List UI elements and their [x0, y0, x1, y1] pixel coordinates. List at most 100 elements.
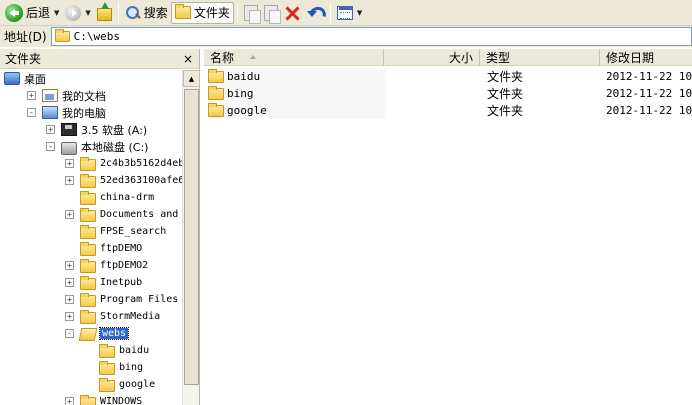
file-row[interactable]: baidu 文件夹 2012-11-22 10:: [204, 68, 692, 85]
folder-icon: [208, 68, 224, 83]
up-folder-button[interactable]: [94, 2, 115, 24]
tree-node[interactable]: bing: [84, 359, 143, 376]
tree-node[interactable]: + Program Files: [65, 291, 178, 308]
forward-dropdown-icon[interactable]: ▼: [85, 9, 90, 17]
file-modified: 2012-11-22 10:: [606, 87, 692, 100]
file-name-cell[interactable]: bing: [208, 85, 254, 102]
search-button[interactable]: 搜索: [122, 2, 171, 24]
tree-node[interactable]: + Documents and Set: [65, 206, 182, 223]
address-bar: 地址(D) C:\webs: [0, 26, 692, 47]
back-button[interactable]: 后退 ▼: [2, 2, 62, 24]
expand-plus-icon[interactable]: +: [46, 125, 55, 134]
folder-icon: [80, 190, 96, 205]
tree-node-label: Inetpub: [100, 277, 143, 288]
column-header-size[interactable]: 大小: [384, 49, 480, 66]
folder-icon: [80, 292, 96, 307]
vertical-scrollbar[interactable]: ▲: [182, 70, 200, 405]
file-modified: 2012-11-22 10:: [606, 70, 692, 83]
views-button[interactable]: ▼: [334, 2, 365, 24]
collapse-minus-icon[interactable]: -: [27, 108, 36, 117]
expand-plus-icon[interactable]: +: [27, 91, 36, 100]
tree-node[interactable]: +2c4b3b5162d4eb022: [65, 155, 182, 172]
folder-icon: [54, 29, 70, 42]
tree-node[interactable]: - 我的电脑: [27, 104, 106, 121]
tree-node-label: 本地磁盘 (C:): [81, 140, 149, 154]
move-to-icon: [243, 4, 261, 24]
folders-button[interactable]: 文件夹: [170, 1, 234, 24]
tree-node[interactable]: china-drm: [65, 189, 154, 206]
my-computer-icon: [42, 106, 58, 119]
copy-to-button[interactable]: [261, 2, 281, 24]
file-type: 文件夹: [487, 104, 524, 118]
back-dropdown-icon[interactable]: ▼: [54, 9, 59, 17]
folder-icon: [208, 102, 224, 117]
address-input[interactable]: C:\webs: [50, 27, 692, 46]
tree-node[interactable]: - webs: [65, 325, 130, 342]
folder-icon: [80, 241, 96, 256]
file-modified: 2012-11-22 10:: [606, 104, 692, 117]
file-row[interactable]: google 文件夹 2012-11-22 10:: [204, 102, 692, 119]
scroll-thumb[interactable]: [184, 89, 199, 385]
file-name-cell[interactable]: google: [208, 102, 267, 119]
column-header-name[interactable]: 名称: [204, 49, 384, 66]
expand-plus-icon[interactable]: +: [65, 278, 74, 287]
expand-plus-icon[interactable]: +: [65, 397, 74, 405]
tree-node-label: ftpDEMO: [100, 243, 143, 254]
scroll-up-icon[interactable]: ▲: [183, 70, 200, 87]
tree-node[interactable]: + ftpDEMO2: [65, 257, 148, 274]
tree-node-label: 52ed363100afe6270: [100, 175, 182, 186]
search-label: 搜索: [143, 6, 168, 20]
folder-icon: [99, 377, 115, 392]
file-row[interactable]: bing 文件夹 2012-11-22 10:: [204, 85, 692, 102]
toolbar-separator: [236, 2, 238, 23]
move-to-button[interactable]: [241, 2, 261, 24]
folder-icon: [99, 360, 115, 375]
expand-plus-icon[interactable]: +: [65, 159, 74, 168]
delete-icon: [284, 5, 300, 21]
tree-node[interactable]: google: [84, 376, 155, 393]
column-header-type[interactable]: 类型: [480, 49, 600, 66]
tree-node[interactable]: + Inetpub: [65, 274, 142, 291]
column-header-modified[interactable]: 修改日期: [600, 49, 692, 66]
file-name-cell[interactable]: baidu: [208, 68, 260, 85]
expand-plus-icon[interactable]: +: [65, 261, 74, 270]
tree-node[interactable]: baidu: [84, 342, 149, 359]
collapse-minus-icon[interactable]: -: [65, 329, 74, 338]
tree-node-label: google: [119, 379, 156, 390]
tree-node[interactable]: 桌面: [4, 70, 46, 87]
expand-plus-icon[interactable]: +: [65, 210, 74, 219]
file-name: google: [227, 104, 267, 117]
tree-node-label: ftpDEMO2: [100, 260, 149, 271]
undo-button[interactable]: [303, 2, 327, 24]
tree-node[interactable]: +52ed363100afe6270: [65, 172, 182, 189]
standard-toolbar: 后退 ▼ ▼ 搜索 文件夹 ▼: [0, 0, 692, 26]
address-label: 地址(D): [4, 30, 47, 44]
delete-button[interactable]: [281, 2, 303, 24]
tree-node[interactable]: + 我的文档: [27, 87, 106, 104]
copy-to-icon: [263, 4, 281, 24]
folder-icon: [80, 173, 96, 188]
tree-node-label: WINDOWS: [100, 396, 143, 405]
tree-node-label: 我的电脑: [62, 106, 106, 120]
folders-icon: [174, 4, 191, 19]
close-icon[interactable]: ×: [183, 53, 193, 65]
file-list-pane: 名称 大小 类型 修改日期 baidu 文件夹 2012-11-22 10: bing…: [204, 49, 692, 405]
file-name: bing: [227, 87, 254, 100]
forward-button[interactable]: ▼: [62, 2, 93, 24]
file-type: 文件夹: [487, 70, 524, 84]
folders-label: 文件夹: [193, 6, 230, 20]
tree-node-label: 我的文档: [62, 89, 106, 103]
tree-node-label: baidu: [119, 345, 150, 356]
views-dropdown-icon[interactable]: ▼: [357, 9, 362, 17]
tree-node[interactable]: - 本地磁盘 (C:): [46, 138, 148, 155]
expand-plus-icon[interactable]: +: [65, 176, 74, 185]
tree-node[interactable]: + WINDOWS: [65, 393, 142, 405]
tree-node[interactable]: ftpDEMO: [65, 240, 142, 257]
views-icon: [336, 5, 353, 20]
tree-node[interactable]: FPSE_search: [65, 223, 166, 240]
tree-node[interactable]: +3.5 软盘 (A:): [46, 121, 147, 138]
tree-node[interactable]: + StormMedia: [65, 308, 160, 325]
collapse-minus-icon[interactable]: -: [46, 142, 55, 151]
expand-plus-icon[interactable]: +: [65, 312, 74, 321]
expand-plus-icon[interactable]: +: [65, 295, 74, 304]
